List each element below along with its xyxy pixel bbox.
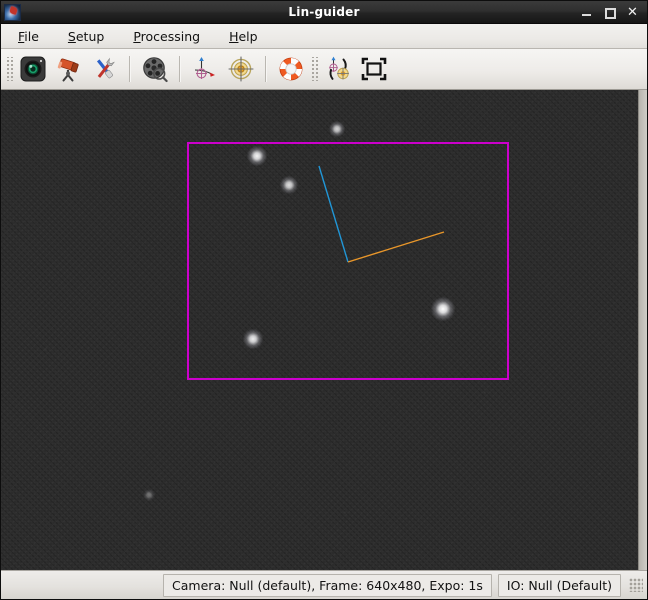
star-point xyxy=(242,328,264,350)
star-point xyxy=(431,297,455,321)
dithering-icon xyxy=(324,55,352,83)
tool-bar xyxy=(1,49,647,90)
ra-vector xyxy=(318,165,349,263)
full-frame-button[interactable] xyxy=(358,53,390,85)
toolbar-grip-handle-2[interactable] xyxy=(310,57,318,81)
resize-grip[interactable] xyxy=(629,578,643,592)
sensor-noise-layer xyxy=(1,90,638,570)
close-icon[interactable]: ✕ xyxy=(627,6,638,19)
help-button[interactable] xyxy=(275,53,307,85)
toolbar-grip-handle[interactable] xyxy=(5,57,13,81)
camera-button[interactable] xyxy=(17,53,49,85)
menu-processing-label: P xyxy=(133,28,141,44)
menu-item-setup[interactable]: Setup xyxy=(59,26,115,47)
calibration-vectors xyxy=(318,165,445,263)
vertical-scrollbar[interactable] xyxy=(638,90,647,570)
menu-item-processing[interactable]: Processing xyxy=(124,26,211,47)
lifebuoy-icon xyxy=(277,55,305,83)
dec-vector xyxy=(347,231,445,263)
menu-setup-label: S xyxy=(67,28,76,44)
frame-icon xyxy=(360,55,388,83)
menu-file-rest: ile xyxy=(24,28,39,44)
status-camera-panel: Camera: Null (default), Frame: 640x480, … xyxy=(163,573,492,597)
device-settings-button[interactable] xyxy=(89,53,121,85)
menu-item-file[interactable]: File xyxy=(9,26,50,47)
menu-setup-rest: etup xyxy=(75,28,105,44)
star-point xyxy=(328,120,346,138)
star-point xyxy=(246,145,268,167)
guide-region-rectangle[interactable] xyxy=(187,142,509,380)
maximize-icon[interactable] xyxy=(604,7,616,19)
toolbar-separator-1 xyxy=(129,56,131,82)
menu-help-rest: elp xyxy=(238,28,258,44)
status-io-panel: IO: Null (Default) xyxy=(497,573,621,597)
star-point xyxy=(143,489,155,501)
calibration-icon xyxy=(191,55,219,83)
status-bar: Camera: Null (default), Frame: 640x480, … xyxy=(1,570,647,599)
telescope-button[interactable] xyxy=(53,53,85,85)
star-point xyxy=(280,176,298,194)
window-controls: ✕ xyxy=(581,6,647,19)
guider-image-canvas[interactable] xyxy=(1,90,638,570)
linguider-app-icon xyxy=(4,3,21,21)
film-reel-icon xyxy=(141,55,169,83)
tools-icon xyxy=(91,55,119,83)
dithering-button[interactable] xyxy=(322,53,354,85)
menu-processing-rest: rocessing xyxy=(140,28,201,44)
toolbar-separator-2 xyxy=(179,56,181,82)
application-window: Lin-guider ✕ File Setup Processing Help xyxy=(0,0,648,600)
window-title: Lin-guider xyxy=(288,5,360,19)
title-bar[interactable]: Lin-guider ✕ xyxy=(1,1,647,24)
menu-item-help[interactable]: Help xyxy=(220,26,269,47)
video-button[interactable] xyxy=(139,53,171,85)
toolbar-separator-3 xyxy=(265,56,267,82)
minimize-icon[interactable] xyxy=(581,7,592,18)
telescope-icon xyxy=(55,55,83,83)
guiding-button[interactable] xyxy=(225,53,257,85)
camera-icon xyxy=(19,55,47,83)
menu-bar: File Setup Processing Help xyxy=(1,24,647,49)
image-view-container xyxy=(1,90,647,570)
calibration-button[interactable] xyxy=(189,53,221,85)
target-icon xyxy=(227,55,255,83)
